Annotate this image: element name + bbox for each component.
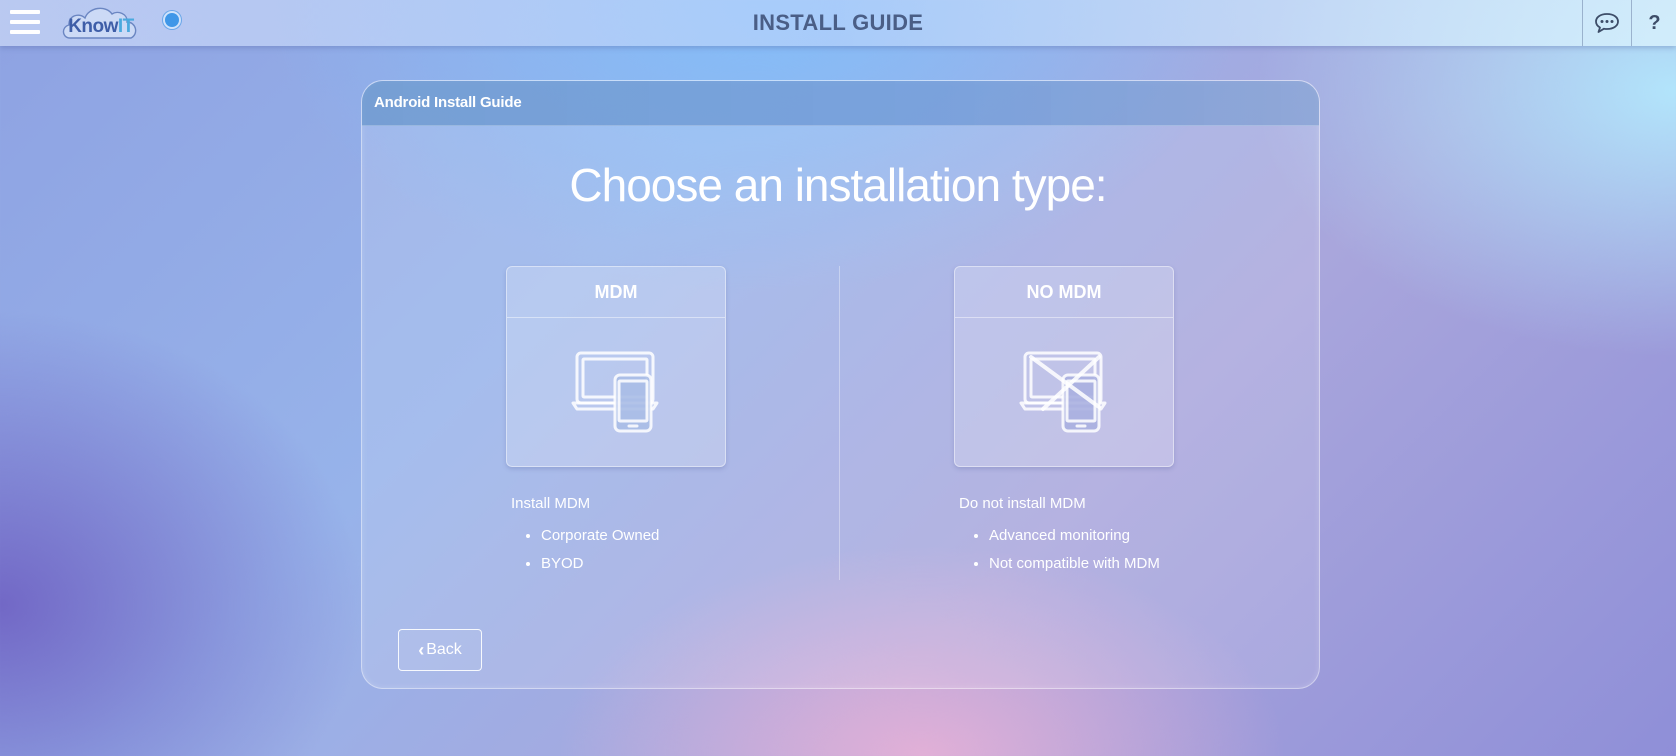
help-icon: ? (1648, 11, 1661, 34)
option-title: NO MDM (955, 267, 1173, 318)
list-item: Advanced monitoring (989, 522, 1160, 550)
chevron-left-icon: ‹ (418, 639, 425, 660)
options-divider (839, 266, 840, 580)
mdm-description: Install MDM Corporate Owned BYOD (511, 494, 659, 578)
page-title: INSTALL GUIDE (752, 10, 924, 35)
back-label: Back (426, 641, 462, 658)
feature-list: Advanced monitoring Not compatible with … (959, 522, 1160, 578)
list-item: BYOD (541, 550, 659, 578)
no-mdm-option-card[interactable]: NO MDM (954, 266, 1174, 467)
back-button[interactable]: ‹ Back (398, 629, 482, 671)
chat-icon (1595, 13, 1619, 33)
mdm-option-card[interactable]: MDM (506, 266, 726, 467)
no-mdm-description: Do not install MDM Advanced monitoring N… (959, 494, 1160, 578)
list-item: Not compatible with MDM (989, 550, 1160, 578)
chat-button[interactable] (1582, 0, 1631, 46)
card-title: Android Install Guide (374, 94, 522, 111)
card-header: Android Install Guide (362, 81, 1319, 126)
description-title: Install MDM (511, 495, 591, 512)
devices-crossed-icon (1019, 351, 1107, 433)
description-title: Do not install MDM (959, 495, 1086, 512)
top-bar: KnowIT INSTALL GUIDE ? (0, 0, 1676, 46)
section-heading: Choose an installation type: (569, 159, 1107, 211)
help-button[interactable]: ? (1631, 0, 1676, 46)
list-item: Corporate Owned (541, 522, 659, 550)
devices-icon (571, 351, 659, 433)
option-title: MDM (507, 267, 725, 318)
feature-list: Corporate Owned BYOD (511, 522, 659, 578)
